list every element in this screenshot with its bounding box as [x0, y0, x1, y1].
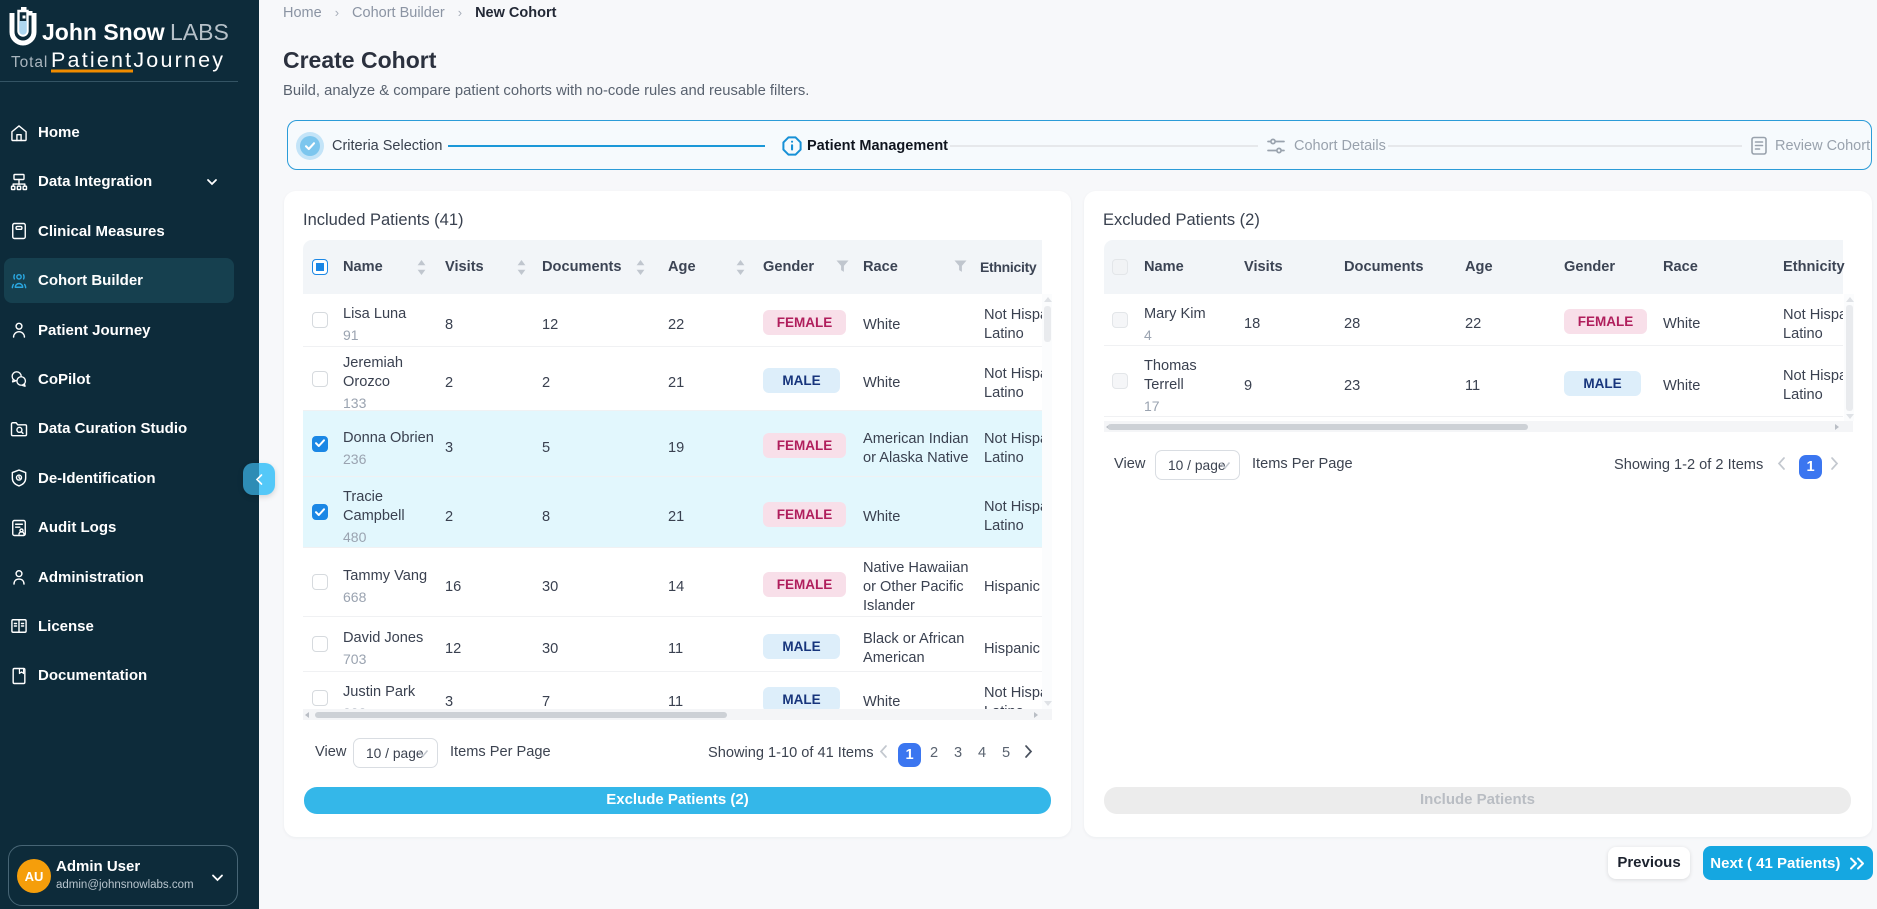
svg-text:PatientJourney: PatientJourney: [51, 48, 225, 72]
svg-text:John Snow: John Snow: [42, 19, 165, 45]
svg-text:LABS: LABS: [170, 19, 229, 45]
svg-text:Total: Total: [11, 54, 48, 71]
